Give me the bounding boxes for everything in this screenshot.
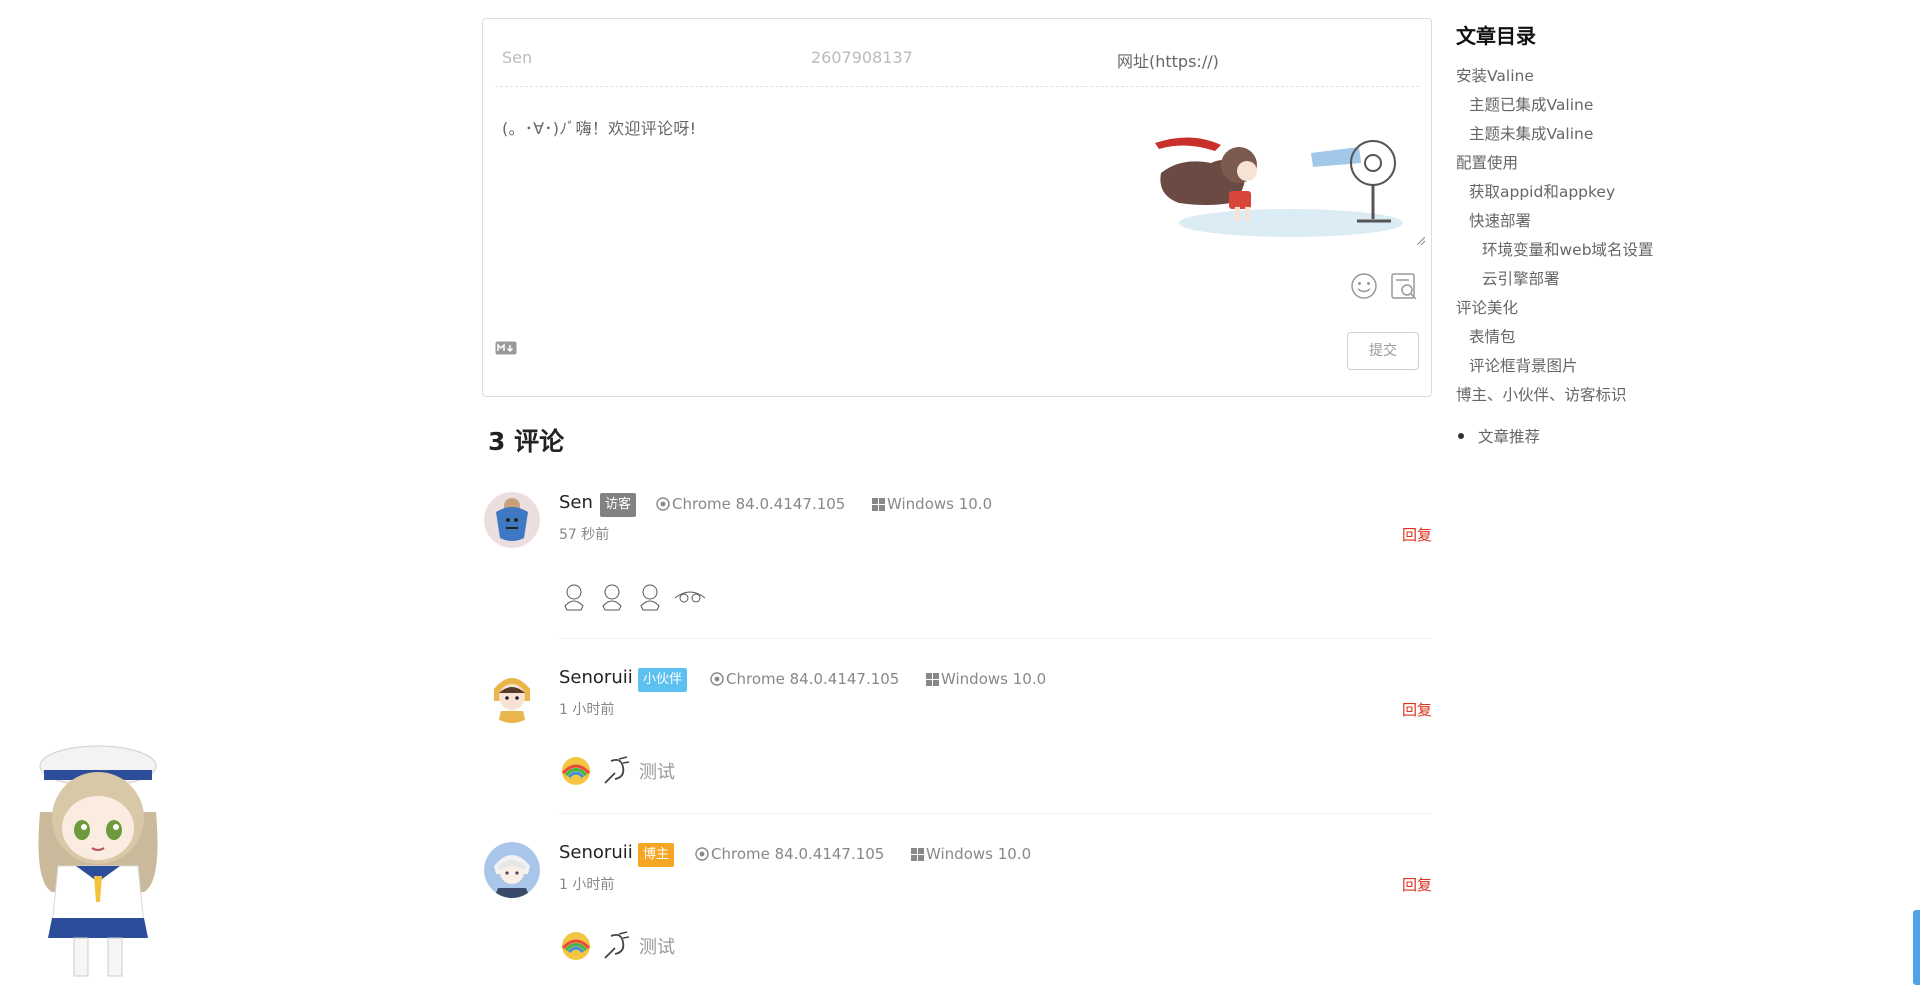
browser-label: Chrome 84.0.4147.105 bbox=[711, 845, 885, 863]
reply-button[interactable]: 回复 bbox=[1402, 699, 1432, 720]
comment-nick[interactable]: Sen bbox=[559, 492, 593, 513]
toc-item[interactable]: 主题未集成Valine bbox=[1469, 122, 1593, 144]
comment-time: 1 小时前 bbox=[559, 702, 615, 718]
avatar[interactable] bbox=[484, 667, 540, 723]
toc-item[interactable]: 快速部署 bbox=[1469, 209, 1531, 231]
reply-button[interactable]: 回复 bbox=[1402, 524, 1432, 545]
os-label: Windows 10.0 bbox=[887, 495, 993, 513]
submit-button[interactable]: 提交 bbox=[1347, 332, 1419, 370]
mascot-character-image[interactable] bbox=[30, 742, 166, 980]
windows-icon bbox=[926, 672, 939, 686]
scrollbar[interactable] bbox=[1913, 910, 1920, 985]
toc-item[interactable]: 表情包 bbox=[1469, 325, 1516, 347]
divider bbox=[559, 638, 1432, 639]
comment-content: 测试 bbox=[559, 755, 675, 787]
smile-icon[interactable] bbox=[1349, 271, 1379, 301]
nick-input[interactable]: Sen bbox=[502, 48, 532, 67]
comment-content bbox=[559, 582, 707, 612]
chrome-icon bbox=[656, 497, 670, 511]
table-of-contents: 文章目录 安装Valine 主题已集成Valine 主题未集成Valine 配置… bbox=[1456, 20, 1686, 446]
resize-handle-icon[interactable] bbox=[1417, 237, 1425, 245]
os-info: Windows 10.0 bbox=[911, 845, 1031, 863]
markdown-icon bbox=[495, 341, 517, 355]
toc-item[interactable]: 环境变量和web域名设置 bbox=[1482, 238, 1654, 260]
editor-header: Sen 2607908137 网址(https://) bbox=[495, 19, 1419, 87]
sticker-icon bbox=[602, 584, 622, 611]
preview-icon[interactable] bbox=[1389, 271, 1419, 301]
mail-input[interactable]: 2607908137 bbox=[811, 48, 913, 67]
windows-icon bbox=[911, 847, 924, 861]
avatar[interactable] bbox=[484, 842, 540, 898]
reply-button[interactable]: 回复 bbox=[1402, 874, 1432, 895]
divider bbox=[559, 813, 1432, 814]
wave-sticker-icon bbox=[604, 756, 630, 784]
toc-item[interactable]: 主题已集成Valine bbox=[1469, 93, 1593, 115]
browser-info: Chrome 84.0.4147.105 bbox=[695, 845, 884, 863]
comment-textarea[interactable]: (。･∀･)ﾉﾞ嗨！欢迎评论呀! bbox=[502, 115, 696, 139]
list-bullet bbox=[1458, 433, 1464, 439]
sticker-icon bbox=[640, 584, 660, 611]
comment-time: 57 秒前 bbox=[559, 527, 610, 543]
url-input[interactable]: 网址(https://) bbox=[1117, 48, 1219, 72]
visitor-badge: 访客 bbox=[600, 493, 637, 517]
comment-text: 测试 bbox=[639, 762, 675, 783]
rainbow-sticker-icon bbox=[561, 932, 591, 960]
friend-badge: 小伙伴 bbox=[638, 668, 688, 692]
wave-sticker-icon bbox=[604, 931, 630, 959]
browser-info: Chrome 84.0.4147.105 bbox=[656, 495, 845, 513]
comment-editor: Sen 2607908137 网址(https://) (。･∀･)ﾉﾞ嗨！欢迎… bbox=[482, 18, 1432, 397]
browser-label: Chrome 84.0.4147.105 bbox=[726, 670, 900, 688]
browser-info: Chrome 84.0.4147.105 bbox=[710, 670, 899, 688]
toc-item[interactable]: 配置使用 bbox=[1456, 151, 1518, 173]
sticker-icon bbox=[674, 591, 706, 603]
toc-item[interactable]: 云引擎部署 bbox=[1482, 267, 1560, 289]
toc-item[interactable]: 评论美化 bbox=[1456, 296, 1518, 318]
rainbow-sticker-icon bbox=[561, 757, 591, 785]
chrome-icon bbox=[710, 672, 724, 686]
os-info: Windows 10.0 bbox=[926, 670, 1046, 688]
comment-text: 测试 bbox=[639, 937, 675, 958]
toc-item[interactable]: 博主、小伙伴、访客标识 bbox=[1456, 383, 1627, 405]
os-label: Windows 10.0 bbox=[926, 845, 1032, 863]
browser-label: Chrome 84.0.4147.105 bbox=[672, 495, 846, 513]
comments-count: 3 评论 bbox=[488, 427, 565, 456]
os-label: Windows 10.0 bbox=[941, 670, 1047, 688]
toc-item[interactable]: 安装Valine bbox=[1456, 64, 1534, 86]
os-info: Windows 10.0 bbox=[872, 495, 992, 513]
textarea-background-image bbox=[1155, 137, 1403, 237]
comment-time: 1 小时前 bbox=[559, 877, 615, 893]
toc-item[interactable]: 获取appid和appkey bbox=[1469, 180, 1615, 202]
toc-item[interactable]: 文章推荐 bbox=[1478, 425, 1540, 447]
toc-title: 文章目录 bbox=[1456, 24, 1536, 48]
avatar[interactable] bbox=[484, 492, 540, 548]
chrome-icon bbox=[695, 847, 709, 861]
toc-item[interactable]: 评论框背景图片 bbox=[1469, 354, 1578, 376]
comment-nick[interactable]: Senoruii bbox=[559, 842, 633, 863]
sticker-icon bbox=[564, 584, 584, 611]
windows-icon bbox=[872, 497, 885, 511]
blogger-badge: 博主 bbox=[638, 843, 675, 867]
comment-content: 测试 bbox=[559, 930, 675, 962]
comment-nick[interactable]: Senoruii bbox=[559, 667, 633, 688]
